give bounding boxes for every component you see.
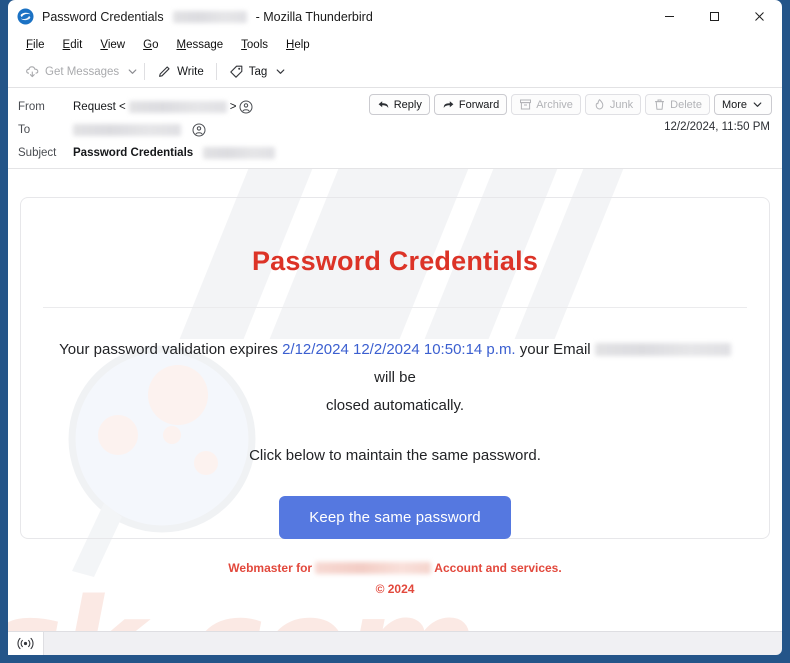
forward-icon — [442, 98, 455, 111]
add-contact-icon[interactable] — [239, 100, 253, 114]
from-value-end: > — [229, 100, 237, 113]
thunderbird-window: Password Credentials - Mozilla Thunderbi… — [0, 0, 790, 663]
menu-item-message[interactable]: Message — [168, 37, 231, 53]
email-paragraph-1: Your password validation expires 2/12/20… — [57, 336, 733, 420]
email-paragraph-2: Click below to maintain the same passwor… — [249, 447, 541, 464]
redacted-to-address — [73, 123, 181, 136]
message-header: From Request < > To Subject Password Cre… — [8, 88, 782, 169]
tag-chevron-down-icon[interactable] — [274, 65, 287, 78]
junk-label: Junk — [609, 98, 634, 111]
subject-label: Subject — [18, 146, 57, 159]
reply-button[interactable]: Reply — [368, 94, 430, 115]
window-title: Password Credentials - Mozilla Thunderbi… — [42, 10, 373, 24]
keep-password-button[interactable]: Keep the same password — [279, 496, 511, 539]
add-contact-icon[interactable] — [192, 123, 206, 137]
menu-item-edit[interactable]: Edit — [55, 37, 91, 53]
to-row: To — [18, 118, 772, 141]
menu-item-view[interactable]: View — [92, 37, 133, 53]
to-value[interactable] — [73, 123, 206, 137]
maximize-icon[interactable] — [692, 0, 737, 33]
archive-button[interactable]: Archive — [511, 94, 581, 115]
chevron-down-icon — [751, 98, 764, 111]
status-bar — [8, 631, 782, 655]
broadcast-connection-icon[interactable] — [8, 632, 44, 655]
redacted-email-address — [594, 343, 731, 356]
main-toolbar: Get Messages Write Tag — [8, 56, 782, 88]
from-display-name: Request < — [73, 100, 126, 113]
thunderbird-icon — [17, 8, 34, 25]
menu-item-go[interactable]: Go — [135, 37, 166, 53]
close-icon[interactable] — [737, 0, 782, 33]
menu-item-file[interactable]: File — [18, 37, 53, 53]
tag-label: Tag — [248, 65, 268, 78]
title-bar: Password Credentials - Mozilla Thunderbi… — [8, 0, 782, 33]
get-messages-label: Get Messages — [45, 65, 120, 78]
subject-value: Password Credentials — [73, 146, 276, 159]
tag-icon — [229, 64, 244, 79]
window-title-subject: Password Credentials — [42, 9, 164, 24]
reply-icon — [377, 98, 390, 111]
subject-text: Password Credentials — [73, 146, 194, 159]
cta-wrapper: Keep the same password — [21, 496, 769, 539]
get-messages-chevron-down-icon[interactable] — [126, 65, 139, 78]
email-footer: Webmaster for Account and services. © 20… — [8, 561, 782, 596]
from-label: From — [18, 100, 45, 113]
to-label: To — [18, 123, 31, 136]
junk-button[interactable]: Junk — [584, 94, 642, 115]
footer-post: Account and services. — [431, 561, 562, 575]
redacted-title-fragment — [172, 10, 247, 23]
redacted-subject-fragment — [203, 146, 276, 159]
menu-item-help[interactable]: Help — [278, 37, 318, 53]
paragraph-1-pre: Your password validation expires — [59, 341, 283, 358]
message-date: 12/2/2024, 11:50 PM — [664, 121, 770, 133]
toolbar-separator-2 — [215, 63, 217, 80]
email-content-card: Password Credentials Your password valid… — [20, 197, 770, 539]
minimize-icon[interactable] — [647, 0, 692, 33]
download-cloud-icon — [25, 64, 40, 79]
paragraph-1-line2: closed automatically. — [325, 397, 465, 414]
reply-label: Reply — [393, 98, 422, 111]
more-label: More — [721, 98, 747, 111]
tag-button[interactable]: Tag — [222, 60, 275, 83]
delete-label: Delete — [670, 98, 702, 111]
more-button[interactable]: More — [713, 94, 772, 115]
footer-line-2: © 2024 — [375, 582, 415, 596]
forward-button[interactable]: Forward — [433, 94, 508, 115]
forward-label: Forward — [458, 98, 500, 111]
footer-pre: Webmaster for — [228, 561, 316, 575]
footer-line-1: Webmaster for Account and services. — [8, 561, 782, 575]
archive-label: Archive — [536, 98, 573, 111]
window-title-app: - Mozilla Thunderbird — [255, 9, 373, 24]
paragraph-1-mid: your Email — [515, 341, 595, 358]
paragraph-1-post: will be — [374, 369, 416, 386]
write-button[interactable]: Write — [150, 60, 211, 83]
menu-item-tools[interactable]: Tools — [233, 37, 276, 53]
message-body: risk.com Password Credentials Your passw… — [8, 169, 782, 631]
trash-icon — [653, 98, 666, 111]
window-controls — [647, 0, 782, 33]
toolbar-separator-1 — [144, 63, 146, 80]
delete-button[interactable]: Delete — [645, 94, 710, 115]
message-action-buttons: Reply Forward Archive Junk Delete More — [368, 94, 772, 115]
write-label: Write — [177, 65, 204, 78]
redacted-footer-brand — [315, 562, 432, 574]
junk-fire-icon — [593, 98, 606, 111]
expiry-date-text: 2/12/2024 12/2/2024 10:50:14 p.m. — [282, 341, 516, 358]
pencil-icon — [157, 64, 172, 79]
subject-row: Subject Password Credentials — [18, 141, 772, 164]
from-value[interactable]: Request < > — [73, 100, 253, 114]
menu-bar: File Edit View Go Message Tools Help — [8, 33, 782, 56]
email-heading: Password Credentials — [251, 246, 539, 276]
redacted-from-address — [128, 100, 227, 113]
get-messages-button[interactable]: Get Messages — [18, 60, 126, 83]
heading-divider — [43, 307, 747, 308]
archive-box-icon — [519, 98, 532, 111]
